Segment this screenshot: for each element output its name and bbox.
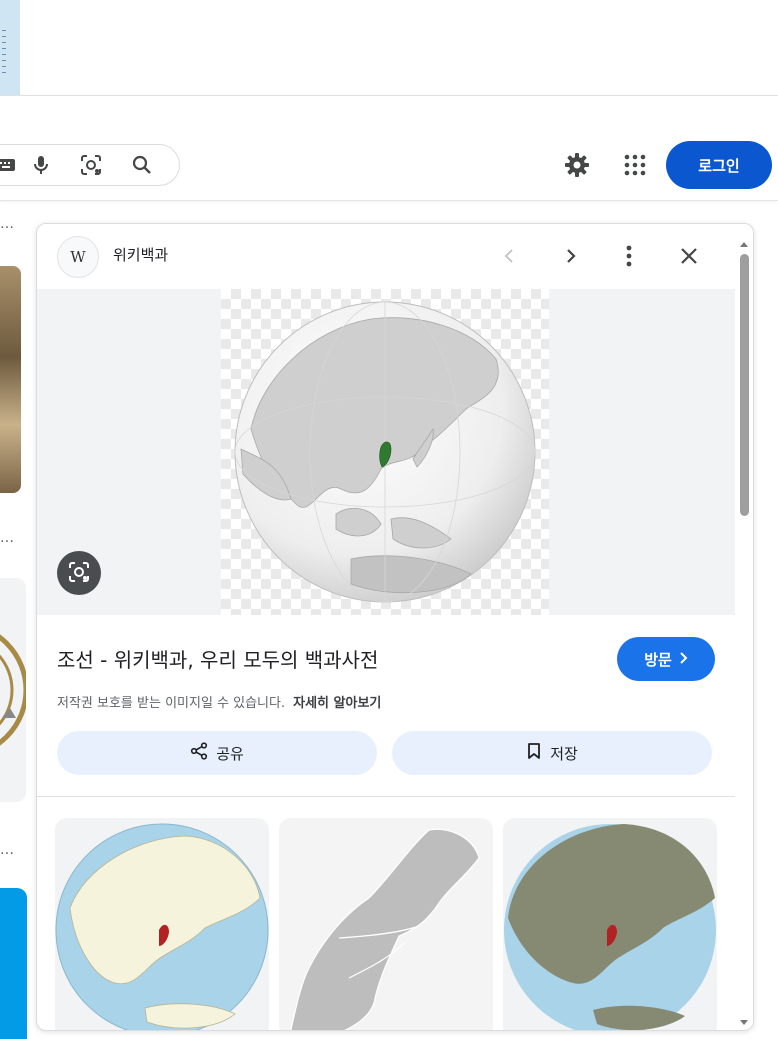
save-button[interactable]: 저장 — [392, 731, 712, 775]
panel-scrollbar[interactable] — [735, 224, 753, 1030]
microphone-icon[interactable] — [27, 151, 55, 179]
search-icon[interactable] — [128, 151, 156, 179]
left-result-image-1[interactable] — [0, 266, 21, 493]
login-button[interactable]: 로그인 — [666, 141, 772, 189]
settings-gear-icon[interactable] — [563, 151, 591, 179]
related-image-1[interactable] — [55, 818, 269, 1030]
related-image-2[interactable] — [279, 818, 493, 1030]
header: 로그인 — [0, 96, 778, 201]
main-image-area[interactable] — [37, 289, 735, 615]
scroll-down-arrow-icon[interactable] — [739, 1012, 749, 1030]
top-strip — [0, 0, 778, 96]
globe-image — [234, 301, 536, 603]
left-result-ellipsis: … — [0, 530, 15, 546]
left-result-image-2[interactable] — [0, 578, 26, 802]
chevron-left-icon[interactable] — [494, 240, 526, 272]
scroll-up-arrow-icon[interactable] — [739, 233, 749, 252]
related-image-3[interactable] — [503, 818, 717, 1030]
copyright-text: 저작권 보호를 받는 이미지일 수 있습니다. — [57, 696, 286, 711]
more-vert-icon[interactable] — [613, 240, 645, 272]
left-result-image-3[interactable] — [0, 888, 27, 1039]
top-thumbnail-fragment[interactable] — [0, 0, 20, 95]
left-result-ellipsis: … — [0, 216, 15, 232]
camera-lens-icon[interactable] — [77, 151, 105, 179]
lens-icon — [67, 560, 91, 587]
learn-more-link[interactable]: 자세히 알아보기 — [293, 696, 381, 711]
chevron-right-icon — [678, 651, 688, 668]
image-detail-panel: W 위키백과 조선 - 위키백과, 우리 모두의 백과사전 방문 저작권 보호를… — [36, 223, 754, 1031]
visit-button[interactable]: 방문 — [617, 637, 715, 681]
result-title[interactable]: 조선 - 위키백과, 우리 모두의 백과사전 — [57, 644, 378, 673]
copyright-note: 저작권 보호를 받는 이미지일 수 있습니다. 자세히 알아보기 — [57, 692, 381, 711]
panel-header: W 위키백과 — [37, 224, 735, 288]
left-result-ellipsis: … — [0, 842, 15, 858]
keyboard-icon[interactable] — [0, 151, 20, 179]
share-button[interactable]: 공유 — [57, 731, 377, 775]
source-favicon[interactable]: W — [57, 236, 99, 278]
scrollbar-thumb[interactable] — [740, 254, 749, 516]
share-label: 공유 — [216, 745, 244, 763]
save-label: 저장 — [550, 745, 578, 763]
share-icon — [190, 742, 208, 764]
divider — [37, 796, 735, 797]
visit-label: 방문 — [644, 651, 672, 669]
source-name[interactable]: 위키백과 — [113, 244, 168, 265]
lens-search-button[interactable] — [57, 551, 101, 595]
chevron-right-icon[interactable] — [554, 240, 586, 272]
bookmark-icon — [526, 742, 542, 764]
favicon-letter: W — [70, 248, 86, 266]
transparency-background — [221, 289, 549, 615]
apps-grid-icon[interactable] — [621, 151, 649, 179]
close-icon[interactable] — [673, 240, 705, 272]
